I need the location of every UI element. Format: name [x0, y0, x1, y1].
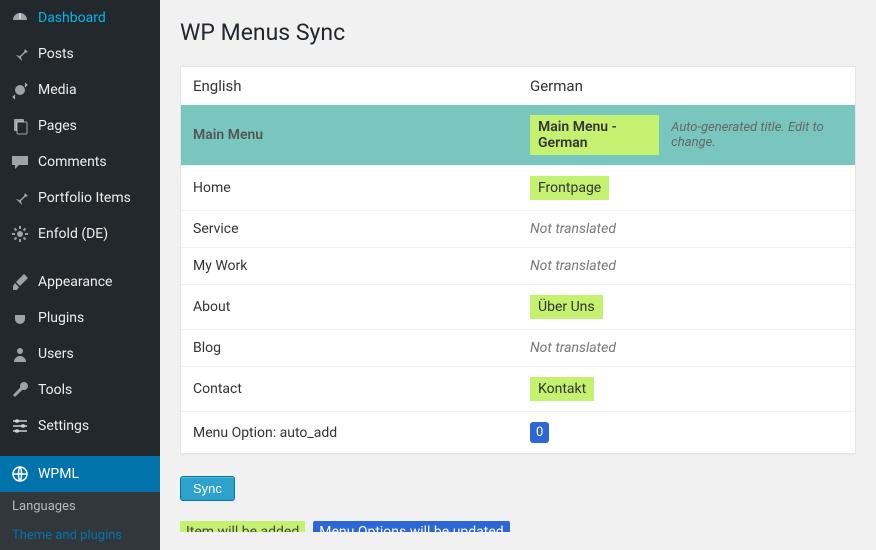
- target-item-cell: Über Uns: [518, 284, 855, 329]
- target-item-badge: Kontakt: [530, 377, 594, 401]
- table-row: Home Frontpage: [181, 165, 855, 210]
- target-item-cell: Not translated: [518, 247, 855, 284]
- table-row: My Work Not translated: [181, 247, 855, 284]
- sidebar-item-media[interactable]: Media: [0, 72, 160, 108]
- menus-sync-table: English German Main Menu Main Menu - Ger…: [180, 66, 856, 454]
- sidebar-item-label: Dashboard: [38, 10, 106, 26]
- sidebar-item-label: WPML: [38, 466, 79, 482]
- sliders-icon: [10, 416, 30, 436]
- source-item-label: About: [181, 284, 518, 329]
- menu-option-value-badge: 0: [530, 422, 549, 443]
- target-item-cell: Kontakt: [518, 366, 855, 411]
- sidebar-item-enfold[interactable]: Enfold (DE): [0, 216, 160, 252]
- pin-icon: [10, 44, 30, 64]
- sidebar-item-label: Comments: [38, 154, 107, 170]
- page-title: WP Menus Sync: [180, 10, 856, 66]
- gear-icon: [10, 224, 30, 244]
- pin-icon: [10, 188, 30, 208]
- not-translated-label: Not translated: [530, 221, 616, 237]
- sync-button[interactable]: Sync: [180, 476, 235, 501]
- target-item-badge: Über Uns: [530, 295, 603, 319]
- legend-item-added: Item will be added: [180, 521, 305, 532]
- comment-icon: [10, 152, 30, 172]
- sidebar-sub-theme-plugins[interactable]: Theme and plugins: [0, 521, 160, 550]
- sidebar-item-label: Users: [38, 346, 74, 362]
- sidebar-item-label: Plugins: [38, 310, 84, 326]
- not-translated-label: Not translated: [530, 258, 616, 274]
- sidebar-item-label: Posts: [38, 46, 74, 62]
- menu-name-target-cell: Main Menu - German Auto-generated title.…: [518, 105, 855, 165]
- sidebar-item-label: Appearance: [38, 274, 112, 290]
- dashboard-icon: [10, 8, 30, 28]
- menu-name-hint: Auto-generated title. Edit to change.: [671, 120, 843, 150]
- brush-icon: [10, 272, 30, 292]
- table-row: Contact Kontakt: [181, 366, 855, 411]
- target-item-cell: Not translated: [518, 210, 855, 247]
- sidebar-sub-languages[interactable]: Languages: [0, 492, 160, 521]
- wrench-icon: [10, 380, 30, 400]
- legend-item-updated: Menu Options will be updated: [313, 521, 509, 532]
- not-translated-label: Not translated: [530, 340, 616, 356]
- sidebar-submenu: Languages Theme and plugins: [0, 492, 160, 550]
- source-item-label: Blog: [181, 329, 518, 366]
- source-item-label: My Work: [181, 247, 518, 284]
- target-item-cell: Frontpage: [518, 165, 855, 210]
- user-icon: [10, 344, 30, 364]
- sidebar-item-wpml[interactable]: WPML: [0, 456, 160, 492]
- sidebar-item-label: Enfold (DE): [38, 226, 108, 242]
- column-header-target: German: [518, 67, 855, 105]
- sidebar-item-posts[interactable]: Posts: [0, 36, 160, 72]
- table-row: About Über Uns: [181, 284, 855, 329]
- sidebar-item-settings[interactable]: Settings: [0, 408, 160, 444]
- sidebar-item-users[interactable]: Users: [0, 336, 160, 372]
- sidebar-item-label: Media: [38, 82, 77, 98]
- sidebar-item-label: Tools: [38, 382, 72, 398]
- admin-sidebar: Dashboard Posts Media Pages Comments Por…: [0, 0, 160, 532]
- sidebar-item-portfolio[interactable]: Portfolio Items: [0, 180, 160, 216]
- menu-title-row: Main Menu Main Menu - German Auto-genera…: [181, 105, 855, 165]
- sidebar-item-label: Portfolio Items: [38, 190, 131, 206]
- sidebar-item-dashboard[interactable]: Dashboard: [0, 0, 160, 36]
- source-item-label: Home: [181, 165, 518, 210]
- sidebar-item-label: Pages: [38, 118, 77, 134]
- menu-name-source: Main Menu: [181, 105, 518, 165]
- menu-option-value-cell: 0: [518, 411, 855, 453]
- sidebar-item-comments[interactable]: Comments: [0, 144, 160, 180]
- target-item-badge: Frontpage: [530, 176, 609, 200]
- menu-option-row: Menu Option: auto_add 0: [181, 411, 855, 453]
- source-item-label: Contact: [181, 366, 518, 411]
- column-header-source: English: [181, 67, 518, 105]
- legend: Item will be added Menu Options will be …: [180, 521, 856, 532]
- sidebar-item-pages[interactable]: Pages: [0, 108, 160, 144]
- table-row: Service Not translated: [181, 210, 855, 247]
- main-content: WP Menus Sync English German Main Menu M…: [160, 0, 876, 532]
- table-row: Blog Not translated: [181, 329, 855, 366]
- sidebar-item-appearance[interactable]: Appearance: [0, 264, 160, 300]
- menu-option-label: Menu Option: auto_add: [181, 411, 518, 453]
- plug-icon: [10, 308, 30, 328]
- table-header-row: English German: [181, 67, 855, 105]
- media-icon: [10, 80, 30, 100]
- menu-name-target-badge[interactable]: Main Menu - German: [530, 115, 659, 155]
- sidebar-item-tools[interactable]: Tools: [0, 372, 160, 408]
- sidebar-item-plugins[interactable]: Plugins: [0, 300, 160, 336]
- source-item-label: Service: [181, 210, 518, 247]
- pages-icon: [10, 116, 30, 136]
- target-item-cell: Not translated: [518, 329, 855, 366]
- globe-icon: [10, 464, 30, 484]
- sidebar-item-label: Settings: [38, 418, 89, 434]
